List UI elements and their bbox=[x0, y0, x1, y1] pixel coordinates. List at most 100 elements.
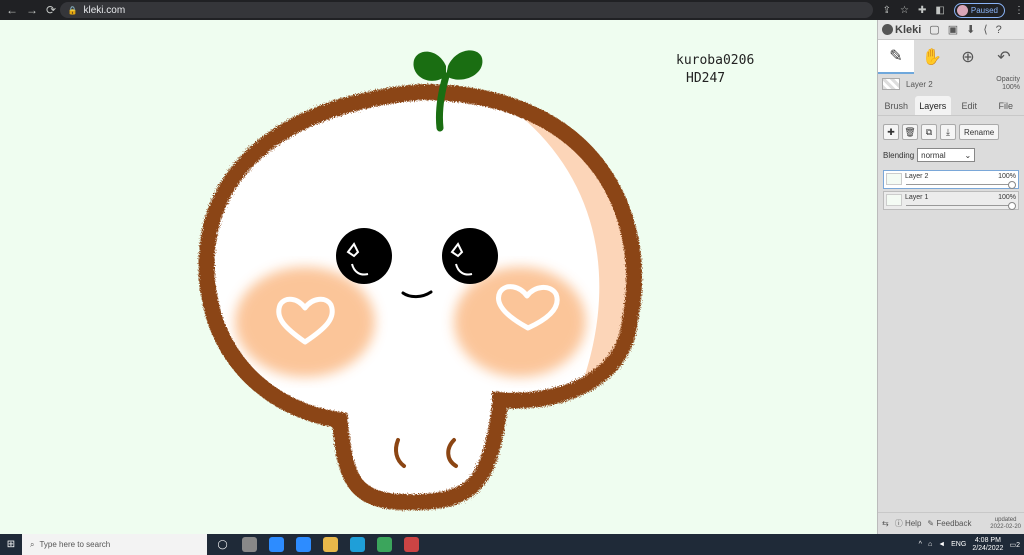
sprout-left-leaf bbox=[413, 51, 446, 81]
search-icon: ⌕ bbox=[30, 539, 35, 549]
extensions-icon[interactable]: ✚ bbox=[918, 5, 926, 16]
layer-name: Layer 1 bbox=[905, 194, 929, 201]
panel-footer: ⇆ ⓘ Help ✎ Feedback updated 2022-02-20 bbox=[878, 512, 1024, 534]
panel-tabs: Brush Layers Edit File bbox=[878, 96, 1024, 116]
profile-button[interactable]: Paused bbox=[953, 2, 1005, 18]
taskbar: ⊞ ⌕ Type here to search ◯ ^ ⌂ ◄ ENG 4:08 … bbox=[0, 534, 1024, 555]
watermark-line1: kuroba0206 bbox=[676, 53, 755, 68]
hand-icon: ✋ bbox=[922, 49, 942, 66]
watermark-line2: HD247 bbox=[686, 71, 726, 86]
volume-icon[interactable]: ◄ bbox=[938, 541, 945, 548]
blending-select[interactable]: normal ⌄ bbox=[917, 148, 976, 162]
windows-start-icon[interactable]: ⊞ bbox=[0, 539, 22, 550]
share-icon[interactable]: ⇪ bbox=[883, 5, 891, 16]
tool-panel: Kleki ▢ ▣ ⬇ ⟨ ? ✎ ✋ ⊕ ↶ Layer 2 Opacity 1… bbox=[877, 20, 1024, 534]
star-icon[interactable]: ☆ bbox=[900, 5, 909, 16]
layer-item[interactable]: Layer 2 100% bbox=[883, 170, 1019, 189]
opacity-readout: Opacity 100% bbox=[996, 76, 1020, 91]
current-layer-name: Layer 2 bbox=[906, 79, 933, 89]
reload-icon[interactable]: ⟳ bbox=[46, 3, 56, 17]
zoom-app-icon[interactable] bbox=[269, 537, 284, 552]
swap-icon[interactable]: ⇆ bbox=[882, 519, 889, 528]
layer-thumbnail bbox=[886, 173, 902, 185]
layer-item[interactable]: Layer 1 100% bbox=[883, 191, 1019, 210]
language-indicator[interactable]: ENG bbox=[951, 541, 966, 548]
app-logo: Kleki bbox=[882, 24, 921, 36]
help-icon[interactable]: ? bbox=[996, 24, 1002, 36]
chevron-down-icon: ⌄ bbox=[964, 150, 972, 160]
brush-icon: ✎ bbox=[889, 48, 903, 65]
undo-icon: ↶ bbox=[997, 49, 1011, 66]
app-header: Kleki ▢ ▣ ⬇ ⟨ ? bbox=[878, 20, 1024, 40]
left-eye bbox=[336, 228, 392, 284]
app-name: Kleki bbox=[895, 23, 922, 36]
network-icon[interactable]: ⌂ bbox=[928, 541, 932, 548]
zoom-icon: ⊕ bbox=[961, 49, 975, 66]
file-explorer-icon[interactable] bbox=[323, 537, 338, 552]
help-link[interactable]: ⓘ Help bbox=[895, 518, 922, 529]
tab-file[interactable]: File bbox=[988, 96, 1024, 115]
watermark: kuroba0206 HD247 bbox=[676, 52, 754, 88]
new-image-icon[interactable]: ▢ bbox=[929, 23, 939, 36]
lock-icon: 🔒 bbox=[67, 5, 78, 15]
mushroom-drawing bbox=[198, 50, 643, 511]
taskbar-search[interactable]: ⌕ Type here to search bbox=[22, 534, 207, 555]
brush-tool[interactable]: ✎ bbox=[878, 40, 914, 74]
chrome-icon[interactable] bbox=[377, 537, 392, 552]
drawing-canvas[interactable]: kuroba0206 HD247 bbox=[0, 20, 877, 534]
layer-preview: Layer 2 Opacity 100% bbox=[878, 74, 1024, 94]
tool-row: ✎ ✋ ⊕ ↶ bbox=[878, 40, 1024, 74]
layer-list: Layer 2 100% Layer 1 100% bbox=[878, 166, 1024, 216]
tab-edit[interactable]: Edit bbox=[951, 96, 988, 115]
clock[interactable]: 4:08 PM 2/24/2022 bbox=[972, 537, 1003, 553]
sprout-right-leaf bbox=[446, 50, 483, 80]
profile-status: Paused bbox=[970, 5, 998, 15]
layer-actions: ✚ 🗑 ⧉ ⤓ Rename bbox=[878, 116, 1024, 144]
share-icon[interactable]: ⟨ bbox=[983, 23, 987, 36]
add-layer-button[interactable]: ✚ bbox=[883, 124, 899, 140]
layer-thumbnail bbox=[882, 78, 900, 90]
layer-thumbnail bbox=[886, 194, 902, 206]
notification-icon[interactable]: ▭2 bbox=[1009, 541, 1020, 549]
browser-toolbar: ← → ⟳ 🔒 kleki.com ⇪ ☆ ✚ ◧ Paused ⋮ bbox=[0, 0, 1024, 20]
url-text: kleki.com bbox=[83, 4, 126, 16]
blending-row: Blending normal ⌄ bbox=[878, 144, 1024, 166]
hand-tool[interactable]: ✋ bbox=[914, 40, 950, 74]
edge-icon[interactable] bbox=[350, 537, 365, 552]
zoom-tool[interactable]: ⊕ bbox=[950, 40, 986, 74]
app-icon[interactable] bbox=[242, 537, 257, 552]
taskbar-apps: ◯ bbox=[207, 537, 419, 552]
blending-label: Blending bbox=[883, 150, 915, 160]
kleki-logo-icon bbox=[882, 24, 893, 35]
chevron-up-icon[interactable]: ^ bbox=[919, 541, 922, 548]
sidepanel-icon[interactable]: ◧ bbox=[935, 5, 944, 16]
layer-opacity-slider[interactable] bbox=[906, 202, 1016, 210]
menu-icon[interactable]: ⋮ bbox=[1014, 5, 1024, 16]
system-tray: ^ ⌂ ◄ ENG 4:08 PM 2/24/2022 ▭2 bbox=[919, 537, 1024, 553]
tab-layers[interactable]: Layers bbox=[914, 96, 951, 115]
undo-redo[interactable]: ↶ bbox=[986, 40, 1022, 74]
tab-brush[interactable]: Brush bbox=[878, 96, 915, 115]
merge-layer-button[interactable]: ⤓ bbox=[940, 124, 956, 140]
search-placeholder: Type here to search bbox=[39, 540, 111, 549]
back-icon[interactable]: ← bbox=[6, 3, 18, 17]
layer-opacity-slider[interactable] bbox=[906, 181, 1016, 189]
feedback-link[interactable]: ✎ Feedback bbox=[927, 519, 971, 528]
save-icon[interactable]: ▣ bbox=[948, 23, 958, 36]
duplicate-layer-button[interactable]: ⧉ bbox=[921, 124, 937, 140]
nav-buttons: ← → ⟳ bbox=[0, 3, 60, 17]
app-icon[interactable] bbox=[404, 537, 419, 552]
updated-note: updated 2022-02-20 bbox=[990, 516, 1021, 530]
zoom-app-icon[interactable] bbox=[296, 537, 311, 552]
forward-icon[interactable]: → bbox=[26, 3, 38, 17]
download-icon[interactable]: ⬇ bbox=[966, 23, 975, 36]
task-view-icon[interactable]: ◯ bbox=[215, 537, 230, 552]
address-bar[interactable]: 🔒 kleki.com bbox=[59, 2, 873, 18]
rename-button[interactable]: Rename bbox=[959, 124, 1000, 140]
layer-opacity: 100% bbox=[998, 194, 1016, 201]
delete-layer-button[interactable]: 🗑 bbox=[902, 124, 918, 140]
right-eye bbox=[442, 228, 498, 284]
layer-name: Layer 2 bbox=[905, 173, 929, 180]
layer-opacity: 100% bbox=[998, 173, 1016, 180]
avatar bbox=[956, 4, 968, 16]
